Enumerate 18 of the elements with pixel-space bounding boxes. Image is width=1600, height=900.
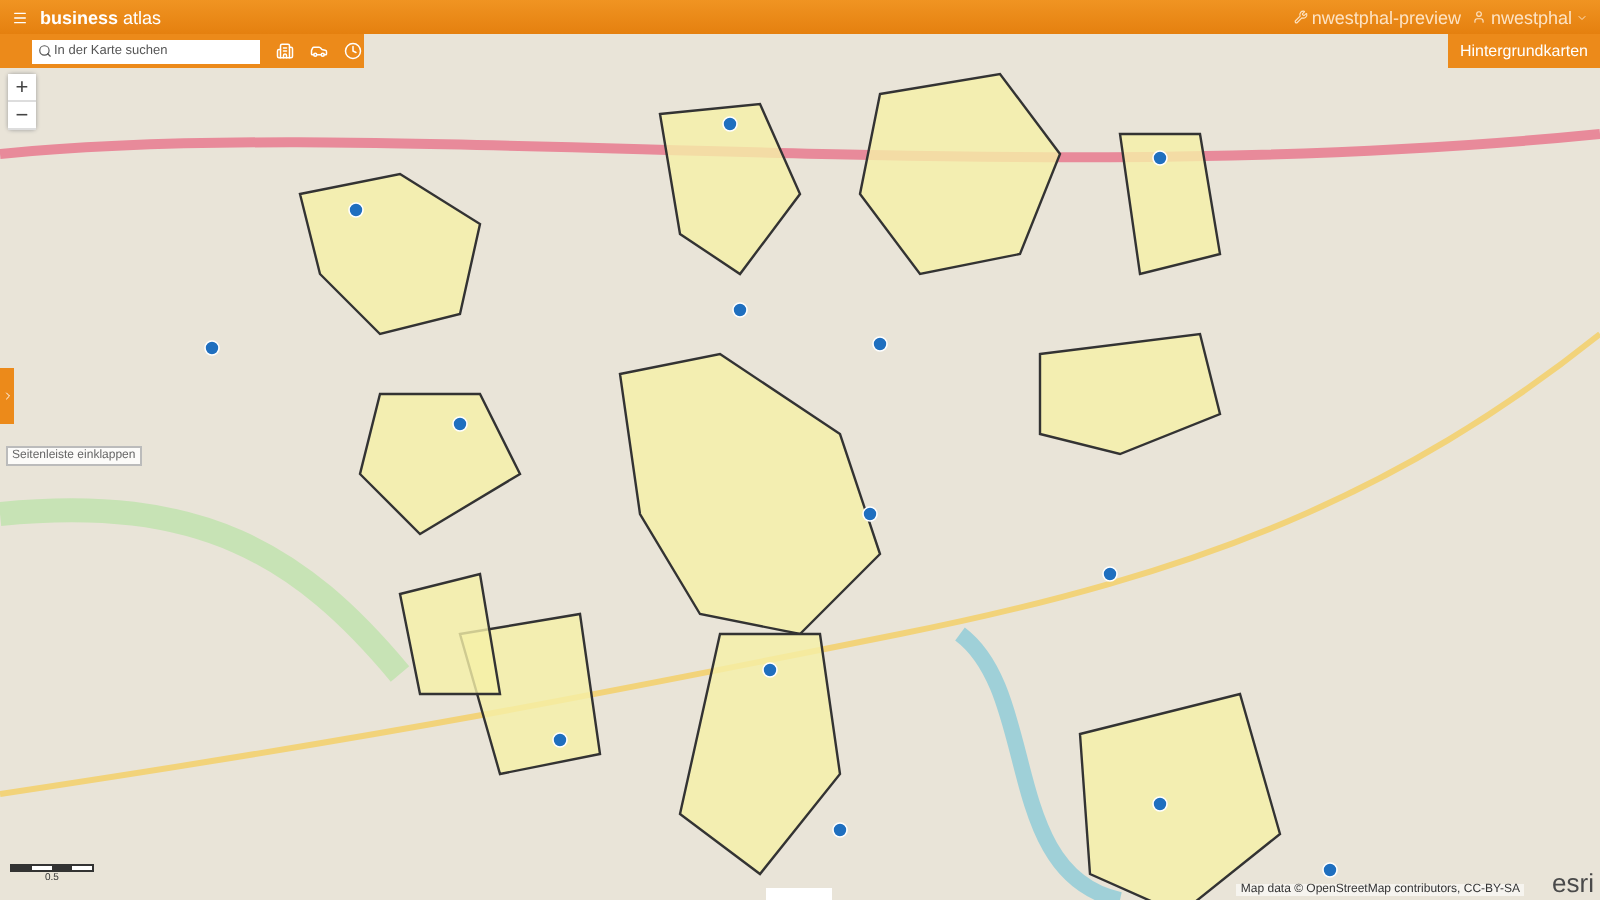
car-icon[interactable] <box>310 42 328 60</box>
zoom-out-button[interactable]: − <box>8 102 36 130</box>
zoom-in-button[interactable]: + <box>8 74 36 102</box>
app-title: business atlas <box>40 7 162 27</box>
basemap-button[interactable]: Hintergrundkarten <box>1447 34 1600 68</box>
caret-icon <box>1576 11 1588 23</box>
scale-bar <box>10 864 94 872</box>
project-link[interactable]: nwestphal-preview <box>1293 7 1461 27</box>
building-icon[interactable] <box>276 42 294 60</box>
menu-icon[interactable] <box>12 9 28 25</box>
user-icon <box>1472 10 1487 24</box>
clock-icon[interactable] <box>344 42 362 60</box>
sidebar-toggle[interactable] <box>0 368 14 424</box>
chevron-icon <box>1 390 13 402</box>
wrench-icon <box>1293 10 1308 24</box>
search-icon <box>38 43 52 57</box>
map-logo: esri <box>1552 868 1594 898</box>
user-menu[interactable]: nwestphal <box>1472 7 1588 27</box>
